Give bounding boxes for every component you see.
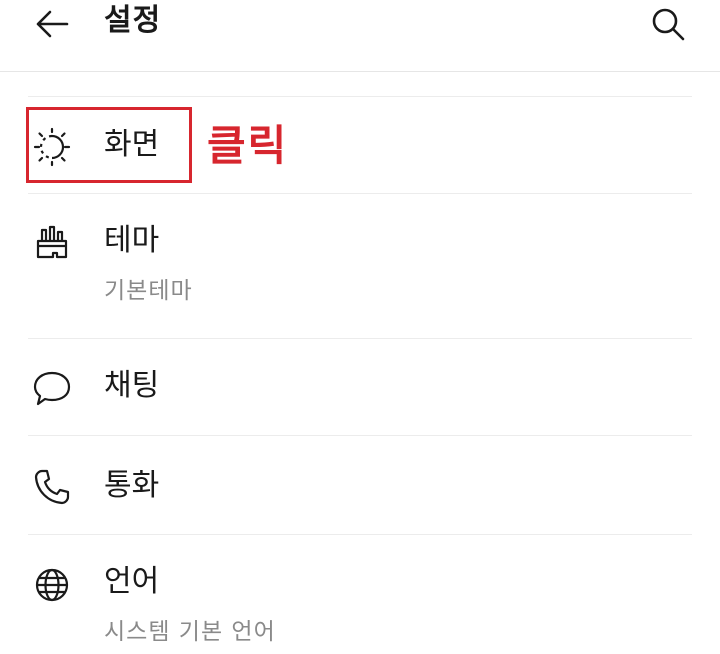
app-header: 설정 — [0, 0, 720, 72]
chat-bubble-icon — [32, 368, 72, 408]
click-annotation: 클릭 — [207, 121, 289, 170]
settings-item-label: 통화 — [104, 468, 160, 503]
settings-item-label: 언어 — [104, 564, 160, 599]
settings-item-subtitle: 시스템 기본 언어 — [104, 619, 276, 645]
settings-item-label: 테마 — [104, 223, 160, 258]
page-title: 설정 — [104, 3, 162, 38]
search-button[interactable] — [646, 2, 690, 46]
arrow-left-icon — [35, 9, 69, 39]
paint-brush-icon — [32, 222, 72, 262]
highlight-box — [26, 107, 192, 183]
settings-item-call[interactable]: 통화 — [28, 435, 692, 534]
settings-item-subtitle: 기본테마 — [104, 278, 193, 304]
settings-item-theme[interactable]: 테마 기본테마 — [28, 193, 692, 338]
settings-item-language[interactable]: 언어 시스템 기본 언어 — [28, 534, 692, 654]
settings-item-chat[interactable]: 채팅 — [28, 338, 692, 435]
settings-item-label: 채팅 — [104, 368, 160, 403]
search-icon — [650, 6, 686, 42]
back-button[interactable] — [30, 2, 74, 46]
globe-icon — [32, 565, 72, 605]
phone-icon — [32, 467, 72, 507]
